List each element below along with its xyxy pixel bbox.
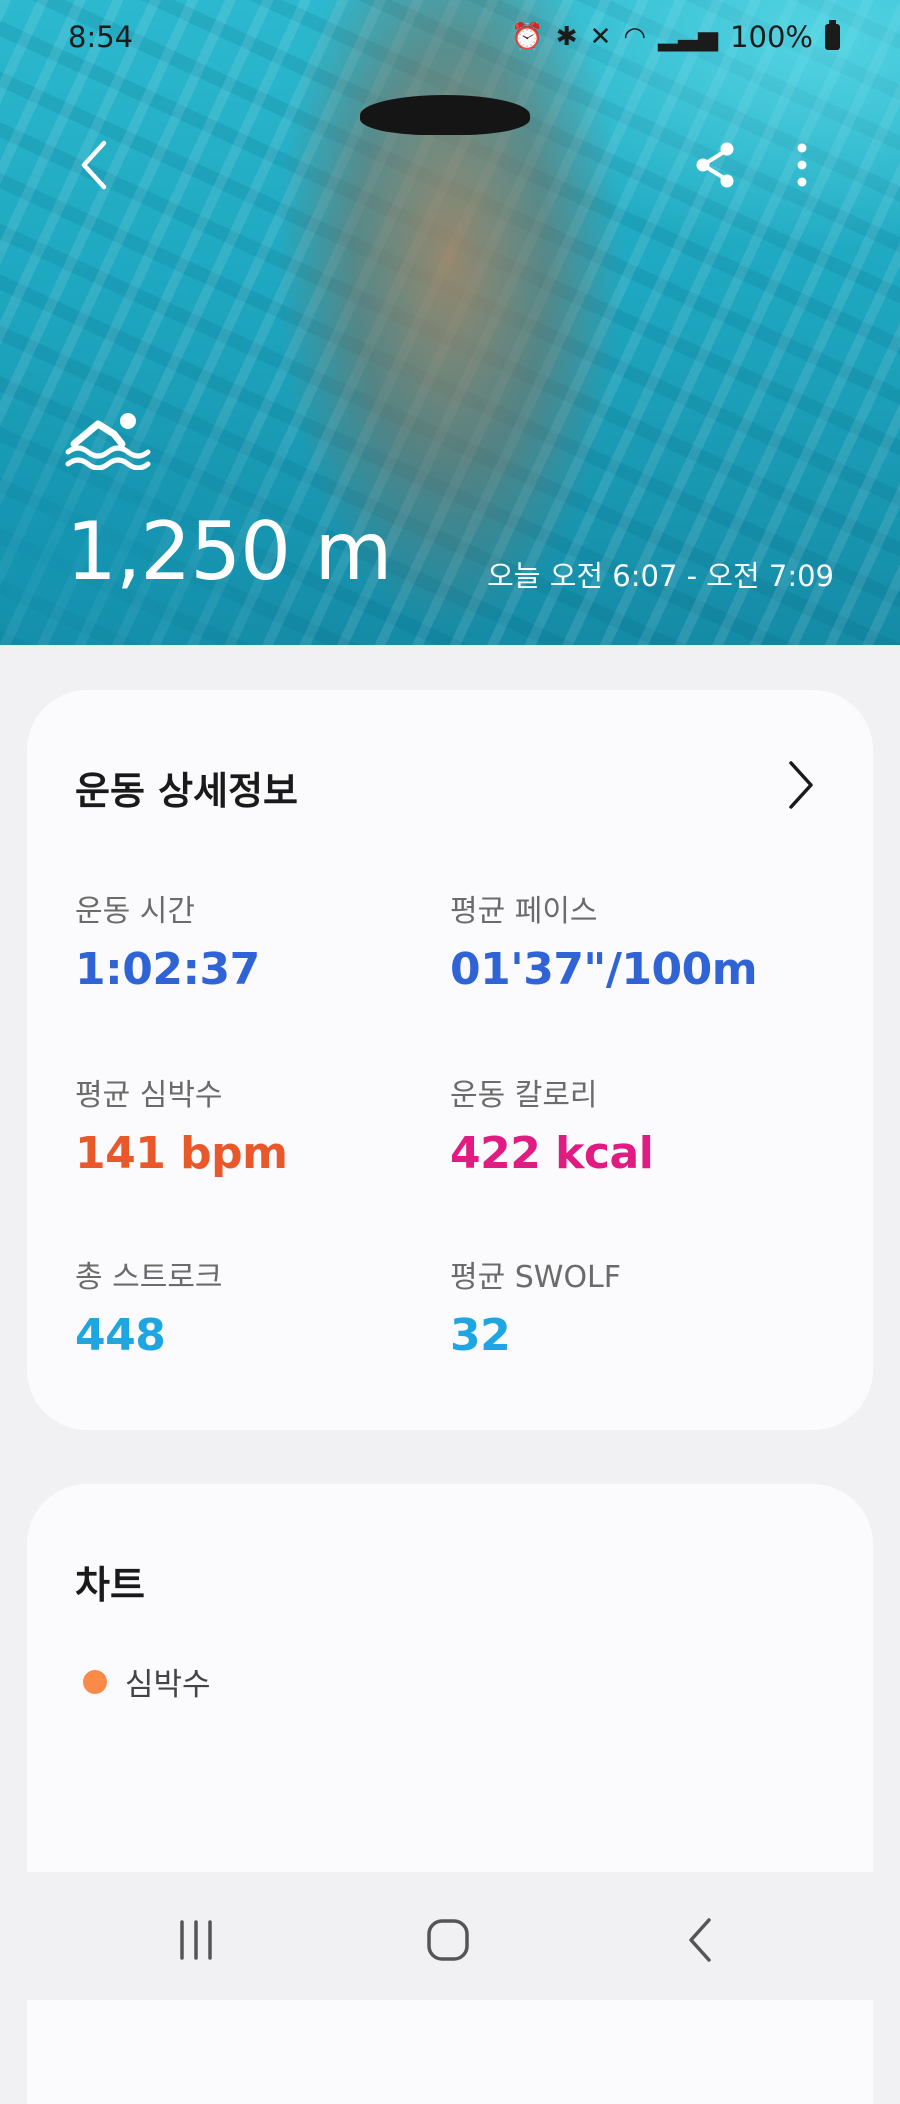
stat-value: 422 kcal — [450, 1128, 654, 1179]
recent-apps-button[interactable] — [156, 1900, 236, 1980]
chart-card: 차트 심박수 — [27, 1484, 873, 2104]
workout-details-card: 운동 상세정보 운동 시간 1:02:37 평균 페이스 01'37"/100m… — [27, 690, 873, 1430]
stat-value: 448 — [75, 1310, 166, 1361]
stat-average-swolf: 평균 SWOLF 32 — [450, 1252, 810, 1361]
share-icon — [696, 142, 734, 188]
workout-time-range: 오늘 오전 6:07 - 오전 7:09 — [487, 559, 834, 593]
bluetooth-icon: ✱ — [555, 22, 578, 52]
details-title: 운동 상세정보 — [75, 769, 298, 813]
stat-label: 운동 칼로리 — [450, 1078, 598, 1113]
system-back-button[interactable] — [660, 1900, 740, 1980]
status-icons: ⏰ ✱ ✕ ◠ ▂▃▅ 100% — [511, 20, 840, 54]
stat-label: 평균 심박수 — [75, 1078, 223, 1113]
hero-photo-detail — [360, 95, 530, 135]
stat-label: 총 스트로크 — [75, 1260, 223, 1295]
stat-average-heart-rate: 평균 심박수 141 bpm — [75, 1070, 435, 1179]
wifi-icon: ◠ — [623, 22, 647, 52]
navigation-bar — [0, 1872, 900, 2000]
home-button[interactable] — [408, 1900, 488, 1980]
battery-icon — [825, 20, 840, 50]
status-bar: 8:54 ⏰ ✱ ✕ ◠ ▂▃▅ 100% — [0, 0, 900, 76]
stat-value: 01'37"/100m — [450, 944, 758, 995]
status-time: 8:54 — [68, 20, 134, 54]
details-expand-button[interactable] — [775, 755, 825, 815]
back-button[interactable] — [64, 135, 124, 195]
stat-label: 평균 페이스 — [450, 894, 598, 929]
chart-title: 차트 — [75, 1563, 145, 1607]
share-button[interactable] — [685, 135, 745, 195]
vibrate-icon: ✕ — [589, 22, 612, 52]
back-icon — [689, 1918, 711, 1962]
legend-dot — [83, 1669, 107, 1694]
stat-value: 1:02:37 — [75, 944, 260, 995]
signal-icon: ▂▃▅ — [658, 22, 719, 52]
stat-calories: 운동 칼로리 422 kcal — [450, 1070, 810, 1179]
swimming-icon — [64, 410, 156, 474]
stat-total-strokes: 총 스트로크 448 — [75, 1252, 435, 1361]
back-icon — [81, 140, 107, 190]
stat-value: 141 bpm — [75, 1128, 288, 1179]
stat-workout-time: 운동 시간 1:02:37 — [75, 886, 435, 995]
stat-average-pace: 평균 페이스 01'37"/100m — [450, 886, 810, 995]
more-options-icon — [797, 143, 807, 187]
chevron-right-icon — [789, 761, 813, 809]
legend-label-heart-rate: 심박수 — [125, 1667, 211, 1703]
recent-apps-icon — [180, 1920, 212, 1960]
home-icon — [427, 1919, 469, 1961]
stat-value: 32 — [450, 1310, 511, 1361]
alarm-icon: ⏰ — [511, 22, 544, 52]
swim-distance: 1,250 m — [66, 505, 392, 598]
chart-legend: 심박수 — [83, 1659, 211, 1704]
more-options-button[interactable] — [772, 135, 832, 195]
battery-percent: 100% — [730, 20, 813, 54]
stat-label: 운동 시간 — [75, 894, 195, 929]
stat-label: 평균 SWOLF — [450, 1260, 622, 1295]
